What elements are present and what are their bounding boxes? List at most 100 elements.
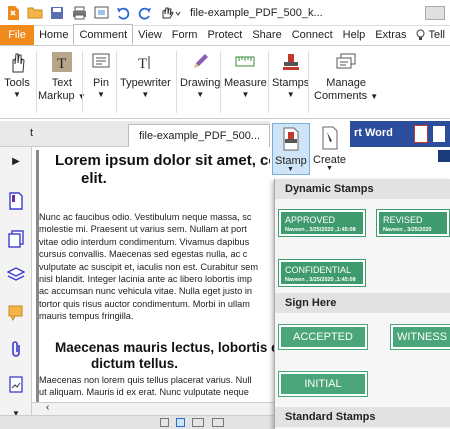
tab-form[interactable]: Form [167,25,203,45]
ribbon-divider [308,51,309,113]
tab-file-label: File [8,29,26,41]
manage-comments-label-1: Manage [326,77,366,89]
continuous-page-icon[interactable] [176,418,185,427]
save-icon[interactable] [48,4,66,22]
scroll-left-icon[interactable]: ‹ [46,402,49,413]
tools-button[interactable]: Tools ▼ [4,49,30,99]
ribbon-divider [36,51,37,113]
text-line: Nunc ac faucibus odio. Vestibulum neque … [39,212,252,222]
svg-text:T: T [57,56,66,72]
typewriter-icon: T [132,49,158,75]
text-line: cursus convallis. Maecenas sed egestas n… [39,249,248,260]
lightbulb-icon [416,29,425,40]
facing-page-icon[interactable] [192,418,204,427]
tab-comment[interactable]: Comment [73,24,134,45]
pin-button[interactable]: Pin ▼ [88,49,114,99]
continuous-facing-icon[interactable] [212,418,224,427]
doc-file-icon [432,125,446,143]
tab-file[interactable]: File [0,25,35,45]
manage-comments-button[interactable]: Manage Comments ▼ [314,49,378,103]
comments-panel-icon[interactable] [6,303,26,323]
measure-button[interactable]: Measure ▼ [224,49,267,99]
measure-label: Measure [224,77,267,89]
horizontal-scrollbar[interactable]: ‹ [32,402,274,415]
tab-protect[interactable]: Protect [202,25,247,45]
text-line: nisl blandit. Integer lacinia ante ac li… [39,274,252,285]
signature-panel-icon[interactable] [6,375,26,395]
text-markup-button[interactable]: T Text Markup ▼ [38,49,86,103]
stamp-witness[interactable]: WITNESS [390,324,450,350]
text-line: vulputate ac suscipit et, iaculis non es… [39,261,259,272]
stamps-label: Stamps [272,77,310,89]
pointer-icon [4,49,30,75]
ribbon-divider [176,51,177,113]
hand-tool-icon[interactable] [158,4,182,22]
layers-icon[interactable] [6,265,26,285]
chevron-down-icon: ▼ [141,90,150,99]
document-tab-previous[interactable]: t [30,127,33,139]
doc-heading-2-cont: dictum tellus. [91,356,179,371]
document-tab-active[interactable]: file-example_PDF_500... [128,124,270,147]
stamp-initial[interactable]: INITIAL [278,371,368,397]
banner-close-icon[interactable] [438,150,450,162]
standard-stamps-header: Standard Stamps [275,407,450,427]
document-tab-label: file-example_PDF_500... [139,130,261,142]
stamp-confidential[interactable]: CONFIDENTIAL Naveen , 3/25/2020 ,1:45:08… [278,259,366,290]
dynamic-stamps-header: Dynamic Stamps [275,179,450,199]
stamp-revised[interactable]: REVISED Naveen , 3/25/2020 ,1:45:08 PM [376,209,450,240]
doc-heading-2: Maecenas mauris lectus, lobortis et [55,340,274,355]
attachment-icon[interactable] [6,339,26,359]
drawing-label: Drawing [180,77,221,89]
app-logo-icon[interactable] [4,4,22,22]
manage-comments-label-2: Comments [314,90,368,102]
single-page-icon[interactable] [160,418,169,427]
ruler-icon [232,49,258,75]
tab-home[interactable]: Home [34,25,73,45]
text-line: ac accumsan nunc vehicula vitae. Nulla e… [39,286,252,297]
stamps-button[interactable]: Stamps ▼ [272,49,309,99]
title-bar: file-example_PDF_500_k... [0,0,450,26]
stamp-accepted[interactable]: ACCEPTED [278,324,368,350]
tab-connect[interactable]: Connect [287,25,338,45]
banner-text: rt Word [354,127,393,139]
create-stamp-button[interactable]: Create ▼ [312,123,348,175]
stamp-subtext: Naveen , 3/25/2020 ,1:45:08 PM [285,277,356,290]
text-line: tortor quis risus auctor condimentum. Mo… [39,298,250,309]
tab-view[interactable]: View [133,25,167,45]
drawing-button[interactable]: Drawing ▼ [180,49,220,99]
redo-icon[interactable] [136,4,154,22]
tab-help[interactable]: Help [338,25,371,45]
pdf-to-word-banner[interactable]: rt Word [350,121,450,147]
ribbon: Tools ▼ T Text Markup ▼ Pin ▼ T Typewrit… [0,47,450,119]
undo-icon[interactable] [114,4,132,22]
menu-tab-bar: File Home Comment View Form Protect Shar… [0,24,450,46]
pages-icon[interactable] [6,229,26,249]
ribbon-divider [82,51,83,113]
pin-label: Pin [93,77,109,89]
pencil-icon [187,49,213,75]
manage-comments-icon [333,49,359,75]
ribbon-divider [116,51,117,113]
tell-me-label: Tell [428,29,445,41]
tell-me-button[interactable]: Tell [411,25,450,45]
note-icon [88,49,114,75]
tab-share[interactable]: Share [247,25,286,45]
typewriter-button[interactable]: T Typewriter ▼ [120,49,171,99]
window-restore-button[interactable] [425,6,445,20]
stamp-label: APPROVED [285,215,336,225]
screenshot-icon[interactable] [92,4,110,22]
print-icon[interactable] [70,4,88,22]
open-folder-icon[interactable] [26,4,44,22]
stamp-icon [278,49,304,75]
text-markup-label-1: Text [51,77,72,89]
chevron-down-icon: ▼ [97,90,105,99]
stamp-tool-button[interactable]: Stamp ▼ [272,123,310,175]
text-markup-icon: T [49,49,75,75]
text-markup-label-row: Markup ▼ [38,90,86,103]
stamp-approved[interactable]: APPROVED Naveen , 3/25/2020 ,1:45:08 PM [278,209,366,240]
create-stamp-icon [320,126,340,153]
bookmark-icon[interactable] [6,191,26,211]
tab-extras[interactable]: Extras [370,25,411,45]
expand-arrow-icon[interactable]: ▶ [6,151,26,171]
tools-label: Tools [4,77,30,89]
